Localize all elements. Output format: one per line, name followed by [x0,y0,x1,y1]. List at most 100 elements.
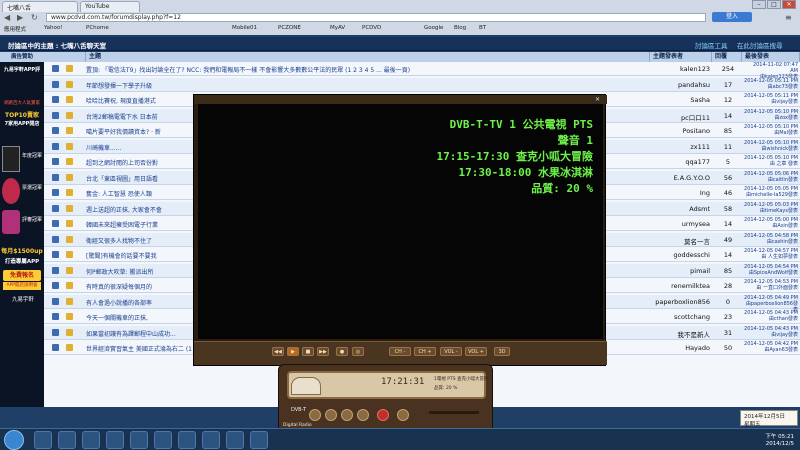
thread-title-link[interactable]: 年節想發揮一下學子升級 [86,81,656,90]
last-post-author[interactable]: 由 一直口外面發表 [744,285,798,291]
taskbar-torrent-icon[interactable] [130,431,148,449]
player-close-icon[interactable]: ✕ [595,96,602,103]
sidebar-ad[interactable]: 廣告贊助 九易宇軒APP評 網路百大人氣賣家 TOP10賣家 7家用APP開店 … [0,52,44,407]
thread-author[interactable]: pimail [652,267,710,275]
last-post-author[interactable]: 由 之章 發表 [744,161,798,167]
thread-author[interactable]: zx111 [652,143,710,151]
mini-volume-slider[interactable] [429,411,479,414]
forum-tools-link[interactable]: 討論區工具 [695,40,728,50]
last-post-author[interactable]: 由cashin發表 [744,239,798,245]
mini-snapshot-icon[interactable] [397,409,409,421]
3d-button[interactable]: 3D [494,347,510,356]
reload-icon[interactable]: ↻ [31,13,41,22]
last-post-author[interactable]: 由caitlin發表 [744,177,798,183]
last-post-author[interactable]: 由vijay發表 [744,99,798,105]
bookmark-pcdvd[interactable]: PCDVD [362,25,381,33]
mini-play-icon[interactable] [325,409,337,421]
maximize-icon[interactable]: □ [767,0,781,9]
thread-author[interactable]: pc口口11 [652,112,710,122]
bookmark-myav[interactable]: MyAV [330,25,345,33]
bookmark-yahoo[interactable]: Yahoo! [44,25,62,33]
bookmark-mobile01[interactable]: Mobile01 [232,25,257,33]
last-post-author[interactable]: 由Asin發表 [744,223,798,229]
ad-cta-button[interactable]: 免費報名 [3,270,41,281]
play-icon[interactable]: ▶ [287,347,299,356]
last-post-author[interactable]: 由timeKays發表 [744,208,798,214]
last-post-author[interactable]: 由Mal發表 [744,130,798,136]
next-icon[interactable]: ▶▶ [317,347,329,356]
last-post-author[interactable]: 由SpiceAndWolf發表 [744,270,798,276]
taskbar-app-icon[interactable] [178,431,196,449]
thread-author[interactable]: Ing [652,189,710,197]
col-title-header[interactable]: 主題 [86,52,650,62]
last-post-author[interactable]: 由michelle-la529發表 [744,192,798,198]
mini-next-icon[interactable] [357,409,369,421]
snapshot-icon[interactable]: ◎ [352,347,364,356]
video-screen[interactable]: DVB-T-TV 1 公共電視 PTS 聲音 1 17:15-17:30 查克小… [198,104,603,339]
thread-author[interactable]: qqa177 [652,158,710,166]
stop-icon[interactable]: ■ [302,347,314,356]
minimize-icon[interactable]: – [752,0,766,9]
thread-author[interactable]: 我不是新人 [652,329,711,339]
thread-author[interactable]: scottchang [652,313,710,321]
volume-up-button[interactable]: VOL + [465,347,487,356]
channel-up-button[interactable]: CH + [414,347,436,356]
taskbar-media-icon[interactable] [82,431,100,449]
taskbar-app-icon[interactable] [226,431,244,449]
bookmark-google[interactable]: Google [424,25,443,33]
thread-author[interactable]: renemilktea [652,282,710,290]
volume-down-button[interactable]: VOL - [440,347,462,356]
clock-time[interactable]: 下午 05:21 [738,432,794,440]
last-post-author[interactable]: 由abc73發表 [744,84,798,90]
bookmark-bt[interactable]: BT [479,25,486,33]
thread-author[interactable]: 莫名一言 [652,236,710,246]
col-lastpost-header[interactable]: 最後發表 [742,52,800,62]
thread-author[interactable]: Adsmt [652,205,710,213]
thread-author[interactable]: Sasha [652,96,710,104]
bookmark-blog[interactable]: Blog [454,25,466,33]
taskbar-explorer-icon[interactable] [58,431,76,449]
last-post-author[interactable]: 由 人生如夢發表 [744,254,798,260]
mini-record-icon[interactable] [377,409,389,421]
thread-author[interactable]: Hayado [652,344,710,352]
thread-title-link[interactable]: 置頂: 「電信法T9」找出討論全在了? NCC: 我們和電報局不一樣 不會影響大… [86,65,656,74]
table-row[interactable]: 置頂: 「電信法T9」找出討論全在了? NCC: 我們和電報局不一樣 不會影響大… [44,62,800,80]
tab-forum[interactable]: 七嘴八舌 [2,1,78,12]
close-icon[interactable]: ✕ [782,0,796,9]
last-post-author[interactable]: 由zox發表 [744,115,799,121]
back-icon[interactable]: ◀ [4,13,14,22]
taskbar-app-icon[interactable] [202,431,220,449]
taskbar-ie-icon[interactable] [34,431,52,449]
last-post-author[interactable]: 由cthan發表 [744,316,798,322]
tab-youtube[interactable]: YouTube [80,1,140,12]
address-bar[interactable]: www.pcdvd.com.tw/forumdisplay.php?f=12 [46,13,706,22]
record-icon[interactable]: ● [336,347,348,356]
thread-author[interactable]: Positano [652,127,711,135]
prev-icon[interactable]: ◀◀ [272,347,284,356]
forum-search-link[interactable]: 在此討論區搜尋 [737,40,783,50]
forward-icon[interactable]: ▶ [17,13,27,22]
mini-prev-icon[interactable] [309,409,321,421]
mini-stop-icon[interactable] [341,409,353,421]
signin-button[interactable]: 登入 [712,12,752,22]
player-titlebar[interactable] [194,95,607,104]
taskbar-app-icon[interactable] [250,431,268,449]
col-replies-header[interactable]: 回覆 [712,52,742,62]
clock-date[interactable]: 2014/12/5 [738,441,794,447]
thread-author[interactable]: paperboxlion856 [652,298,710,306]
taskbar-chrome-icon[interactable] [106,431,124,449]
thread-author[interactable]: kalen123 [652,65,710,73]
bookmark-apps[interactable]: 應用程式 [4,25,26,33]
menu-icon[interactable]: ≡ [785,13,795,22]
col-author-header[interactable]: 主題發表者 [650,52,712,62]
thread-author[interactable]: goddesschi [652,251,710,259]
table-row[interactable]: 年節想發揮一下學子升級 pandahsu 17 2014-12-05 05:11 PM… [44,77,800,92]
channel-down-button[interactable]: CH - [389,347,411,356]
thread-author[interactable]: E.A.G.Y.O.O [652,174,710,182]
bookmark-pchome[interactable]: PChome [86,25,109,33]
last-post-author[interactable]: 由vijay發表 [744,332,798,338]
taskbar-app-icon[interactable] [154,431,172,449]
start-button[interactable] [4,430,24,450]
thread-author[interactable]: urmysea [652,220,710,228]
last-post-author[interactable]: 由wishnick發表 [744,146,798,152]
